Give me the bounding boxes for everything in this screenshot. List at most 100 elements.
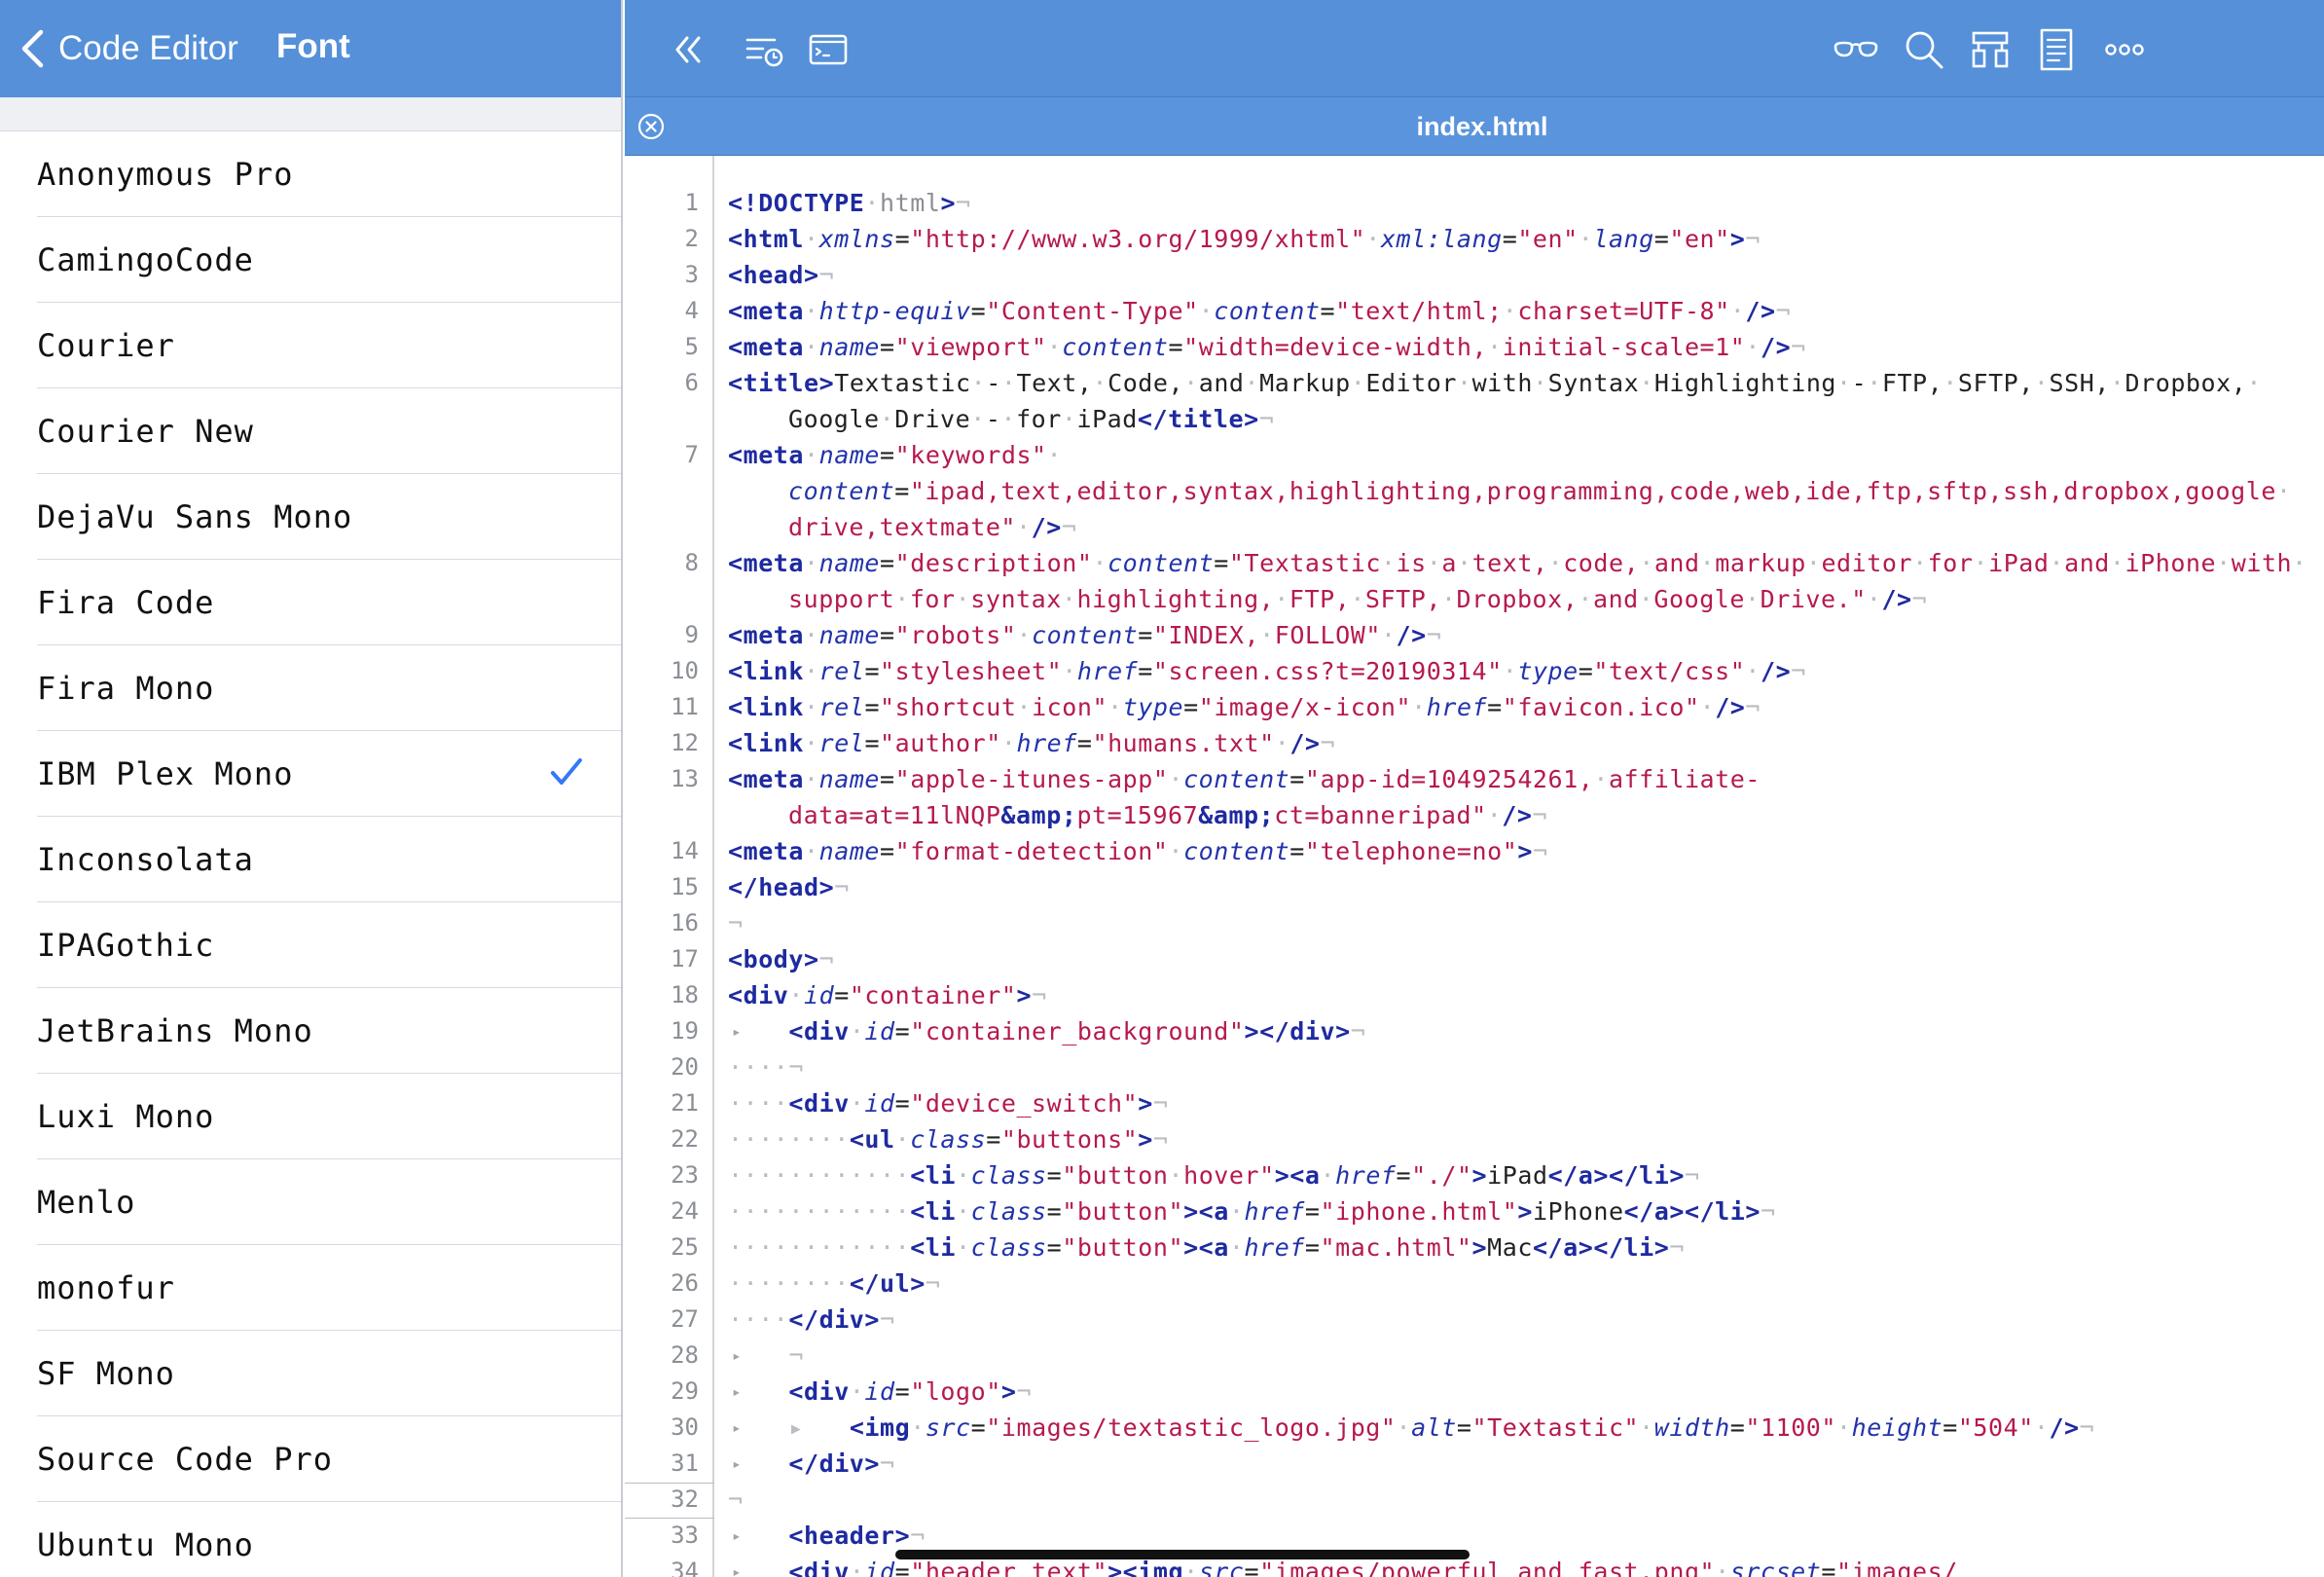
font-option[interactable]: CamingoCode bbox=[37, 217, 621, 303]
font-option[interactable]: Source Code Pro bbox=[37, 1416, 621, 1502]
code-line: 4 <meta·http-equiv="Content-Type"·content… bbox=[625, 293, 2324, 329]
editor-toolbar bbox=[625, 0, 2324, 97]
code-lines: 1 <!DOCTYPE·html>¬ 2 <html·xmlns="http://ww… bbox=[625, 185, 2324, 1577]
font-option[interactable]: Anonymous Pro bbox=[37, 131, 621, 217]
code-line: Google·Drive·-·for·iPad</title>¬ bbox=[625, 401, 2324, 437]
line-number: 28 bbox=[671, 1341, 699, 1369]
code-line: 8 <meta·name="description"·content="Texta… bbox=[625, 545, 2324, 581]
line-number: 18 bbox=[671, 981, 699, 1009]
sidebar-navigation-bar: Code Editor Font bbox=[0, 0, 621, 97]
font-option[interactable]: Ubuntu Mono bbox=[37, 1502, 621, 1577]
line-number: 29 bbox=[671, 1377, 699, 1405]
line-number: 17 bbox=[671, 945, 699, 972]
code-line: 28 ▸ ¬ bbox=[625, 1338, 2324, 1374]
font-option[interactable]: monofur bbox=[37, 1245, 621, 1331]
code-line: 31 ▸ </div>¬ bbox=[625, 1446, 2324, 1482]
code-line: 7 <meta·name="keywords"· bbox=[625, 437, 2324, 473]
line-number: 14 bbox=[671, 837, 699, 864]
search-button[interactable] bbox=[1900, 25, 1948, 74]
line-number: 6 bbox=[684, 369, 699, 396]
line-number: 21 bbox=[671, 1089, 699, 1117]
code-text-area[interactable]: 1 <!DOCTYPE·html>¬ 2 <html·xmlns="http://ww… bbox=[625, 156, 2324, 1577]
line-number: 25 bbox=[671, 1233, 699, 1261]
more-button[interactable] bbox=[2100, 25, 2149, 74]
line-number: 11 bbox=[671, 693, 699, 720]
line-number: 26 bbox=[671, 1269, 699, 1297]
font-option[interactable]: Fira Mono bbox=[37, 645, 621, 731]
more-icon bbox=[2105, 44, 2144, 55]
line-number: 1 bbox=[684, 189, 699, 216]
code-line: 12 <link·rel="author"·href="humans.txt"·/… bbox=[625, 725, 2324, 761]
font-option[interactable]: Courier New bbox=[37, 388, 621, 474]
home-indicator[interactable] bbox=[895, 1550, 1470, 1559]
line-number: 12 bbox=[671, 729, 699, 756]
code-text: <html·xmlns="http://www.w3.org/1999/xhtm… bbox=[728, 225, 1761, 253]
code-line: 3 <head>¬ bbox=[625, 257, 2324, 293]
code-text: ········<ul·class="buttons">¬ bbox=[728, 1125, 1169, 1154]
document-button[interactable] bbox=[2032, 25, 2081, 74]
code-text: </div>¬ bbox=[788, 1449, 895, 1478]
symbols-button[interactable] bbox=[1966, 25, 2015, 74]
line-number: 22 bbox=[671, 1125, 699, 1153]
code-text: <meta·name="robots"·content="INDEX,·FOLL… bbox=[728, 621, 1442, 649]
chevron-left-icon bbox=[21, 29, 44, 68]
font-option-label: Courier bbox=[37, 326, 175, 364]
code-line: 23 ············<li·class="button·hover"><… bbox=[625, 1157, 2324, 1193]
file-tab-bar: index.html bbox=[625, 97, 2324, 156]
double-chevron-left-icon bbox=[675, 36, 701, 63]
line-number: 10 bbox=[671, 657, 699, 684]
terminal-icon bbox=[809, 34, 848, 65]
code-text: <meta·http-equiv="Content-Type"·content=… bbox=[728, 297, 1792, 325]
back-button[interactable]: Code Editor bbox=[19, 25, 238, 72]
code-text: <header>¬ bbox=[788, 1522, 926, 1550]
code-text: ············<li·class="button"><a·href="… bbox=[728, 1233, 1685, 1262]
font-option-label: Anonymous Pro bbox=[37, 155, 294, 193]
back-button-label: Code Editor bbox=[58, 29, 238, 67]
code-text: <!DOCTYPE·html>¬ bbox=[728, 189, 971, 217]
font-option[interactable]: DejaVu Sans Mono bbox=[37, 474, 621, 560]
preview-button[interactable] bbox=[1832, 25, 1880, 74]
glasses-icon bbox=[1834, 41, 1878, 57]
line-number: 27 bbox=[671, 1305, 699, 1333]
line-number: 15 bbox=[671, 873, 699, 900]
font-option[interactable]: Fira Code bbox=[37, 560, 621, 645]
line-number: 31 bbox=[671, 1449, 699, 1477]
font-option[interactable]: IBM Plex Mono bbox=[37, 731, 621, 817]
code-line: 33 ▸ <header>¬ bbox=[625, 1518, 2324, 1554]
code-text: ¬ bbox=[728, 909, 744, 937]
font-option[interactable]: Luxi Mono bbox=[37, 1074, 621, 1159]
code-line: 1 <!DOCTYPE·html>¬ bbox=[625, 185, 2324, 221]
close-tab-button[interactable] bbox=[636, 112, 666, 141]
code-line: 11 <link·rel="shortcut·icon"·type="image/… bbox=[625, 689, 2324, 725]
line-number: 16 bbox=[671, 909, 699, 936]
code-line: 34 ▸ <div·id="header_text"><img·src="imag… bbox=[625, 1554, 2324, 1577]
code-line: 13 <meta·name="apple-itunes-app"·content=… bbox=[625, 761, 2324, 797]
line-number: 13 bbox=[671, 765, 699, 792]
structure-icon bbox=[1972, 31, 2009, 68]
terminal-button[interactable] bbox=[804, 25, 853, 74]
font-option[interactable]: JetBrains Mono bbox=[37, 988, 621, 1074]
font-option-label: IPAGothic bbox=[37, 926, 215, 964]
font-option-label: monofur bbox=[37, 1268, 175, 1306]
font-option[interactable]: Inconsolata bbox=[37, 817, 621, 902]
line-number: 30 bbox=[671, 1413, 699, 1441]
font-option[interactable]: IPAGothic bbox=[37, 902, 621, 988]
font-option[interactable]: Courier bbox=[37, 303, 621, 388]
collapse-sidebar-button[interactable] bbox=[668, 25, 716, 74]
font-option-label: Courier New bbox=[37, 412, 254, 450]
line-number: 5 bbox=[684, 333, 699, 360]
code-editor: index.html 1 <!DOCTYPE·html>¬ 2 <html·xmlns… bbox=[625, 0, 2324, 1577]
tab-title[interactable]: index.html bbox=[625, 97, 2324, 156]
code-line: 5 <meta·name="viewport"·content="width=de… bbox=[625, 329, 2324, 365]
font-option[interactable]: Menlo bbox=[37, 1159, 621, 1245]
code-text: <meta·name="description"·content="Textas… bbox=[728, 549, 2307, 577]
code-text: <div·id="container_background"></div>¬ bbox=[788, 1017, 1366, 1045]
outline-history-button[interactable] bbox=[740, 25, 788, 74]
code-line: 20 ····¬ bbox=[625, 1049, 2324, 1085]
code-text: ¬ bbox=[788, 1341, 805, 1370]
close-icon bbox=[637, 113, 665, 140]
font-option[interactable]: SF Mono bbox=[37, 1331, 621, 1416]
code-line: 10 <link·rel="stylesheet"·href="screen.cs… bbox=[625, 653, 2324, 689]
outline-history-icon bbox=[745, 38, 783, 67]
code-line: 15 </head>¬ bbox=[625, 869, 2324, 905]
